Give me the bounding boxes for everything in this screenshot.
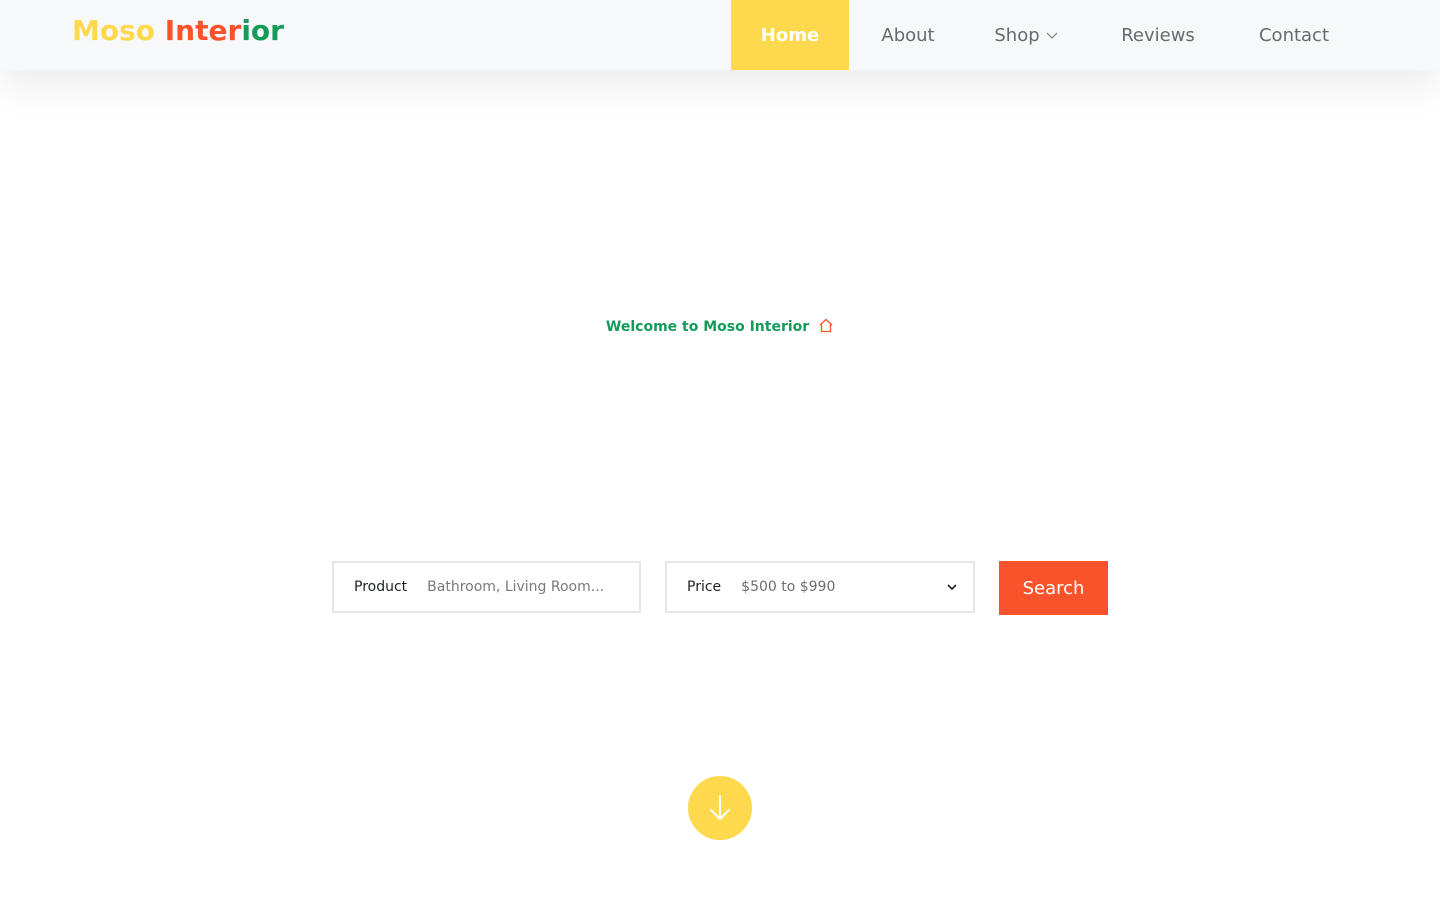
welcome-text: Welcome to Moso Interior	[605, 319, 810, 335]
nav-contact-label: Contact	[1258, 24, 1330, 46]
welcome-tagline: Welcome to Moso Interior	[0, 318, 1440, 335]
nav-item-reviews[interactable]: Reviews	[1085, 0, 1231, 70]
nav-shop-label: Shop	[994, 24, 1040, 46]
nav-item-shop[interactable]: Shop	[967, 0, 1085, 70]
logo[interactable]: Moso Interior	[72, 14, 284, 47]
price-label: Price	[687, 579, 722, 595]
arrow-down-icon	[710, 795, 730, 820]
nav-reviews-label: Reviews	[1121, 24, 1195, 46]
nav-item-home[interactable]: Home	[731, 0, 849, 70]
price-value: $500 to $990	[741, 579, 836, 595]
nav-item-contact[interactable]: Contact	[1231, 0, 1357, 70]
price-select[interactable]: Price $500 to $990	[665, 561, 975, 613]
site-header: Moso Interior Home About Shop Reviews Co…	[0, 0, 1440, 70]
logo-word-inter: Inter	[164, 14, 242, 47]
home-icon	[819, 318, 833, 333]
product-input[interactable]	[427, 579, 618, 595]
logo-word-moso: Moso	[72, 14, 156, 47]
product-label: Product	[354, 579, 408, 595]
chevron-down-icon	[947, 584, 957, 591]
nav-item-about[interactable]: About	[849, 0, 967, 70]
main-nav: Home About Shop Reviews Contact	[731, 0, 1357, 70]
nav-home-label: Home	[760, 24, 820, 46]
nav-about-label: About	[881, 24, 935, 46]
logo-word-ior: ior	[241, 14, 284, 47]
chevron-down-icon	[1046, 32, 1058, 39]
search-button[interactable]: Search	[999, 561, 1108, 615]
product-field: Product	[332, 561, 641, 613]
scroll-down-button[interactable]	[688, 776, 752, 840]
